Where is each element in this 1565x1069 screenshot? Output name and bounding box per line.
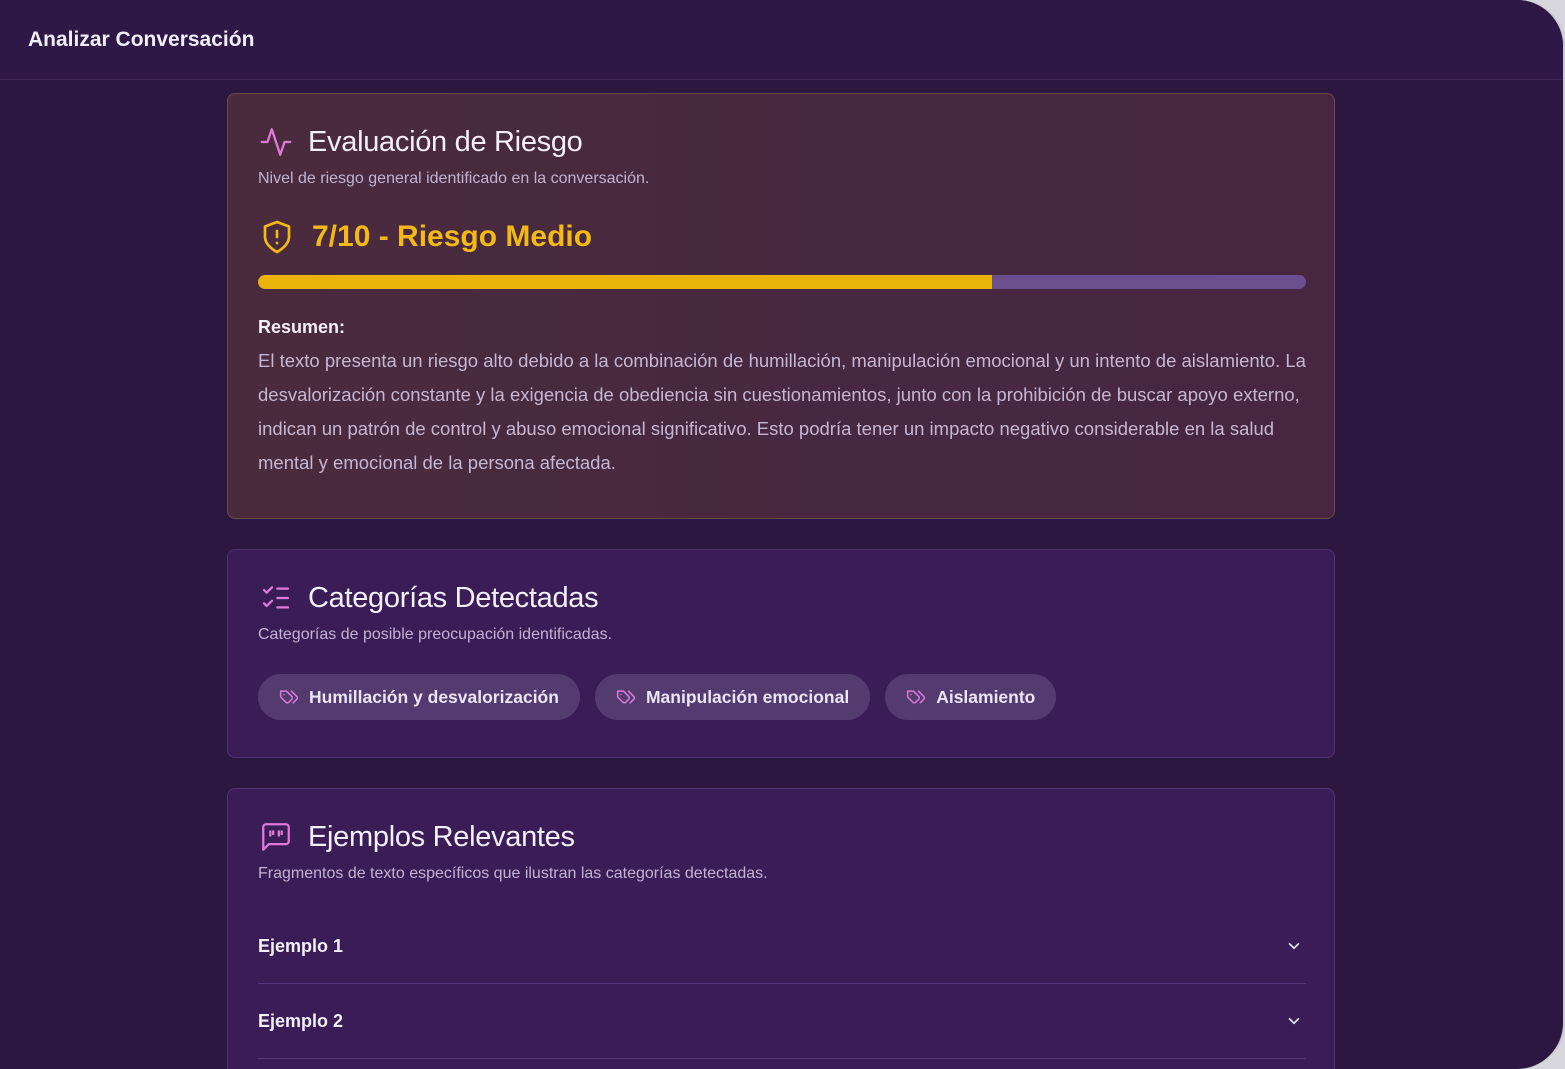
examples-card-header: Ejemplos Relevantes: [258, 819, 1304, 855]
chevron-down-icon[interactable]: [1284, 936, 1304, 956]
app-window: Analizar Conversación Evaluación de Ries…: [0, 0, 1563, 1069]
message-quote-icon: [258, 819, 294, 855]
summary-text: El texto presenta un riesgo alto debido …: [258, 350, 1306, 473]
shield-alert-icon: [258, 218, 296, 256]
risk-assessment-card: Evaluación de Riesgo Nivel de riesgo gen…: [227, 93, 1335, 519]
examples-subtitle: Fragmentos de texto específicos que ilus…: [258, 865, 768, 882]
risk-heading: Evaluación de Riesgo: [308, 125, 583, 158]
category-tag[interactable]: Aislamiento: [885, 674, 1057, 720]
tag-icon: [906, 687, 926, 707]
examples-accordion: Ejemplo 1 Ejemplo 2: [258, 909, 1306, 1059]
chevron-down-icon[interactable]: [1284, 1011, 1304, 1031]
tag-icon: [279, 687, 299, 707]
accordion-item-label: Ejemplo 1: [258, 935, 344, 956]
risk-card-header: Evaluación de Riesgo: [258, 124, 1304, 160]
category-tag[interactable]: Humillación y desvalorización: [258, 674, 580, 720]
accordion-item-example-2[interactable]: Ejemplo 2: [258, 984, 1306, 1059]
categories-card-header: Categorías Detectadas: [258, 580, 1304, 616]
risk-progress-bar: [258, 275, 1306, 289]
categories-heading: Categorías Detectadas: [308, 581, 599, 614]
list-checks-icon: [258, 580, 294, 616]
risk-subtitle: Nivel de riesgo general identificado en …: [258, 170, 650, 187]
top-bar: Analizar Conversación: [0, 0, 1563, 80]
risk-score-text: 7/10 - Riesgo Medio: [312, 220, 593, 253]
page-title: Analizar Conversación: [28, 27, 255, 51]
examples-heading: Ejemplos Relevantes: [308, 820, 575, 853]
category-tag-label: Humillación y desvalorización: [309, 686, 559, 707]
tag-icon: [616, 687, 636, 707]
activity-icon: [258, 124, 294, 160]
category-tag-label: Manipulación emocional: [645, 686, 850, 707]
categories-subtitle: Categorías de posible preocupación ident…: [258, 626, 613, 643]
category-tag[interactable]: Manipulación emocional: [594, 674, 871, 720]
risk-score: 7/10 - Riesgo Medio: [258, 218, 1304, 256]
accordion-item-example-1[interactable]: Ejemplo 1: [258, 909, 1306, 984]
accordion-item-label: Ejemplo 2: [258, 1010, 344, 1031]
examples-card: Ejemplos Relevantes Fragmentos de texto …: [227, 788, 1335, 1069]
categories-card: Categorías Detectadas Categorías de posi…: [227, 549, 1335, 758]
category-tag-label: Aislamiento: [936, 686, 1036, 707]
summary-label: Resumen:: [258, 317, 346, 337]
category-tag-list: Humillación y desvalorización Manipulaci…: [258, 674, 1304, 720]
risk-progress-fill: [258, 275, 992, 289]
